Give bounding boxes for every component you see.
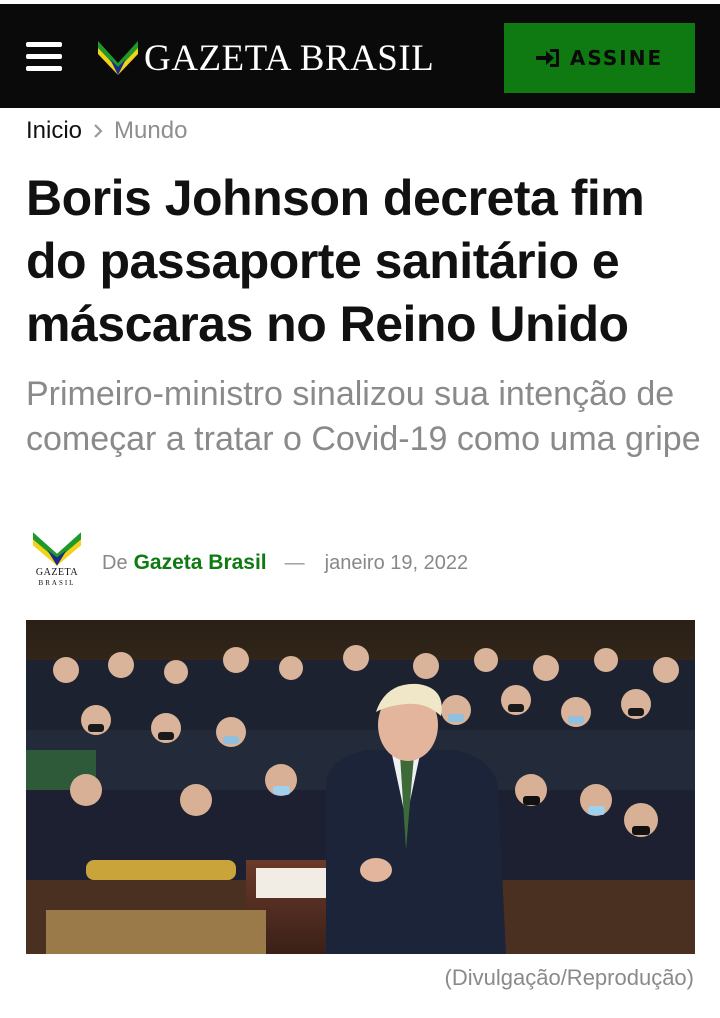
gazeta-brasil-chevron-logo-icon xyxy=(98,41,138,75)
author-avatar[interactable]: GAZETA BRASIL xyxy=(26,532,88,594)
site-logo[interactable]: GAZETA BRASIL xyxy=(98,37,435,79)
sign-in-icon xyxy=(535,49,559,67)
byline-separator: — xyxy=(284,551,305,574)
article-featured-image[interactable] xyxy=(26,620,695,954)
subscribe-label: ASSINE xyxy=(569,46,664,70)
menu-bar xyxy=(26,66,62,71)
subscribe-button[interactable]: ASSINE xyxy=(504,23,695,93)
hamburger-menu-icon[interactable] xyxy=(26,42,62,72)
menu-bar xyxy=(26,54,62,59)
publish-date: janeiro 19, 2022 xyxy=(324,551,469,574)
article-byline: GAZETA BRASIL De Gazeta Brasil — janeiro… xyxy=(26,532,468,594)
avatar-text: GAZETA xyxy=(35,567,79,578)
chevron-right-icon xyxy=(92,123,104,139)
avatar-text-2: BRASIL xyxy=(38,579,76,587)
gazeta-brasil-chevron-logo-icon xyxy=(33,532,81,566)
article-subtitle: Primeiro-ministro sinalizou sua intenção… xyxy=(26,375,701,458)
breadcrumb-home-link[interactable]: Inicio xyxy=(26,117,82,145)
site-header: GAZETA BRASIL ASSINE xyxy=(0,4,720,108)
byline-prefix: De xyxy=(102,551,128,574)
menu-bar xyxy=(26,42,62,47)
breadcrumb-category-link[interactable]: Mundo xyxy=(114,117,187,145)
article-title: Boris Johnson decreta fim do passaporte … xyxy=(26,170,645,352)
parliament-photo xyxy=(26,620,695,954)
author-link[interactable]: Gazeta Brasil xyxy=(134,551,267,575)
logo-text: GAZETA BRASIL xyxy=(144,37,435,79)
breadcrumb: Inicio Mundo xyxy=(26,114,187,148)
image-caption: (Divulgação/Reprodução) xyxy=(444,965,694,990)
